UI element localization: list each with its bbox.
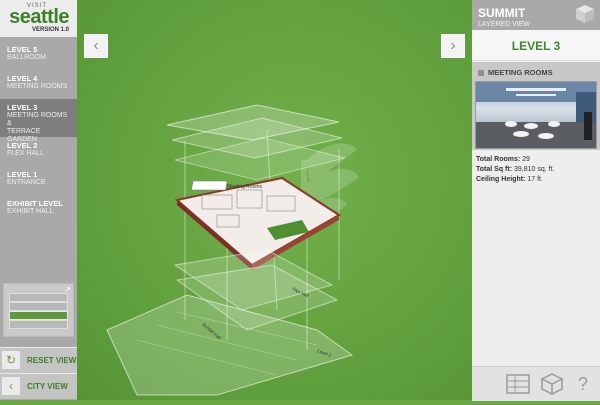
reset-view-button[interactable]: ↻ RESET VIEW — [0, 347, 77, 373]
reset-icon: ↻ — [2, 351, 20, 369]
meeting-room-photo — [475, 81, 597, 149]
minimap-floor — [9, 293, 68, 302]
reset-view-label: RESET VIEW — [27, 356, 77, 365]
room-label-box — [191, 180, 228, 191]
selected-level-title: LEVEL 3 — [472, 30, 600, 61]
logo-brand: seattle — [9, 6, 69, 28]
floor-stack-illustration: Meeting Rooms Flex Hall Exhibit Hall Lev… — [106, 104, 359, 396]
visit-seattle-logo: VISIT seattle VERSION 1.0 — [0, 0, 77, 37]
level-stats: Total Rooms: 29 Total Sq ft: 39,810 sq. … — [476, 155, 554, 185]
floorplan-list-icon[interactable] — [505, 371, 531, 397]
meeting-rooms-card[interactable]: MEETING ROOMS — [472, 62, 600, 150]
level-title: EXHIBIT LEVEL — [7, 199, 63, 208]
help-icon[interactable]: ? — [570, 371, 596, 397]
level-sub: BALLROOM — [7, 54, 46, 61]
city-view-button[interactable]: ‹ CITY VIEW — [0, 373, 77, 399]
layered-floor-map[interactable]: Meeting Rooms Flex Hall Exhibit Hall Lev… — [77, 0, 472, 400]
chevron-left-icon: ‹ — [93, 37, 99, 54]
venue-title: SUMMIT — [478, 6, 526, 20]
stat-total-rooms: Total Rooms: 29 — [476, 156, 530, 163]
level-item-4[interactable]: LEVEL 4 MEETING ROOMS — [0, 70, 77, 99]
level-title: LEVEL 1 — [7, 170, 38, 179]
next-button[interactable]: › — [441, 34, 465, 58]
minimap-floor-selected — [9, 311, 68, 320]
chevron-right-icon: › — [450, 37, 456, 54]
prev-button[interactable]: ‹ — [84, 34, 108, 58]
sidebar: VISIT seattle VERSION 1.0 LEVEL 5 BALLRO… — [0, 0, 77, 400]
level-item-exhibit[interactable]: EXHIBIT LEVEL EXHIBIT HALL — [0, 195, 77, 224]
level-title: LEVEL 4 — [7, 74, 38, 83]
level-item-3[interactable]: LEVEL 3 MEETING ROOMS & TERRACE GARDEN — [0, 99, 77, 143]
view-subtitle: LAYERED VIEW — [478, 21, 530, 28]
level-title: LEVEL 2 — [7, 141, 38, 150]
level-title: LEVEL 5 — [7, 45, 38, 54]
panel-header: SUMMIT LAYERED VIEW — [472, 0, 600, 30]
stat-total-sqft: Total Sq ft: 39,810 sq. ft. — [476, 166, 555, 173]
level-minimap[interactable]: ↗ — [3, 283, 74, 337]
level-title: LEVEL 3 — [7, 103, 38, 112]
level-item-1[interactable]: LEVEL 1 ENTRANCE — [0, 166, 77, 195]
level-sub: MEETING ROOMS & — [7, 112, 68, 127]
section-header: MEETING ROOMS — [478, 68, 553, 77]
3d-cube-icon[interactable] — [539, 371, 565, 397]
cube-icon — [576, 5, 594, 23]
level-item-5[interactable]: LEVEL 5 BALLROOM — [0, 41, 77, 70]
minimap-floor — [9, 302, 68, 311]
section-title: MEETING ROOMS — [488, 68, 553, 77]
level-sub: MEETING ROOMS — [7, 83, 68, 90]
city-view-label: CITY VIEW — [27, 382, 68, 391]
panel-toolbar: ? — [472, 366, 600, 401]
detail-panel: SUMMIT LAYERED VIEW LEVEL 3 MEETING ROOM… — [472, 0, 600, 401]
logo-version: VERSION 1.0 — [31, 27, 69, 33]
square-bullet-icon — [478, 70, 484, 76]
level-item-2[interactable]: LEVEL 2 FLEX HALL — [0, 137, 77, 166]
map-label-meeting-rooms: Meeting Rooms — [227, 184, 263, 190]
minimap-floor — [9, 320, 68, 329]
level-sub: EXHIBIT HALL — [7, 208, 54, 215]
level-sub: FLEX HALL — [7, 150, 44, 157]
level-sub: ENTRANCE — [7, 179, 46, 186]
level-list: LEVEL 5 BALLROOM LEVEL 4 MEETING ROOMS L… — [0, 37, 77, 224]
stat-ceiling-height: Ceiling Height: 17 ft. — [476, 176, 543, 183]
back-chevron-icon: ‹ — [2, 377, 20, 395]
